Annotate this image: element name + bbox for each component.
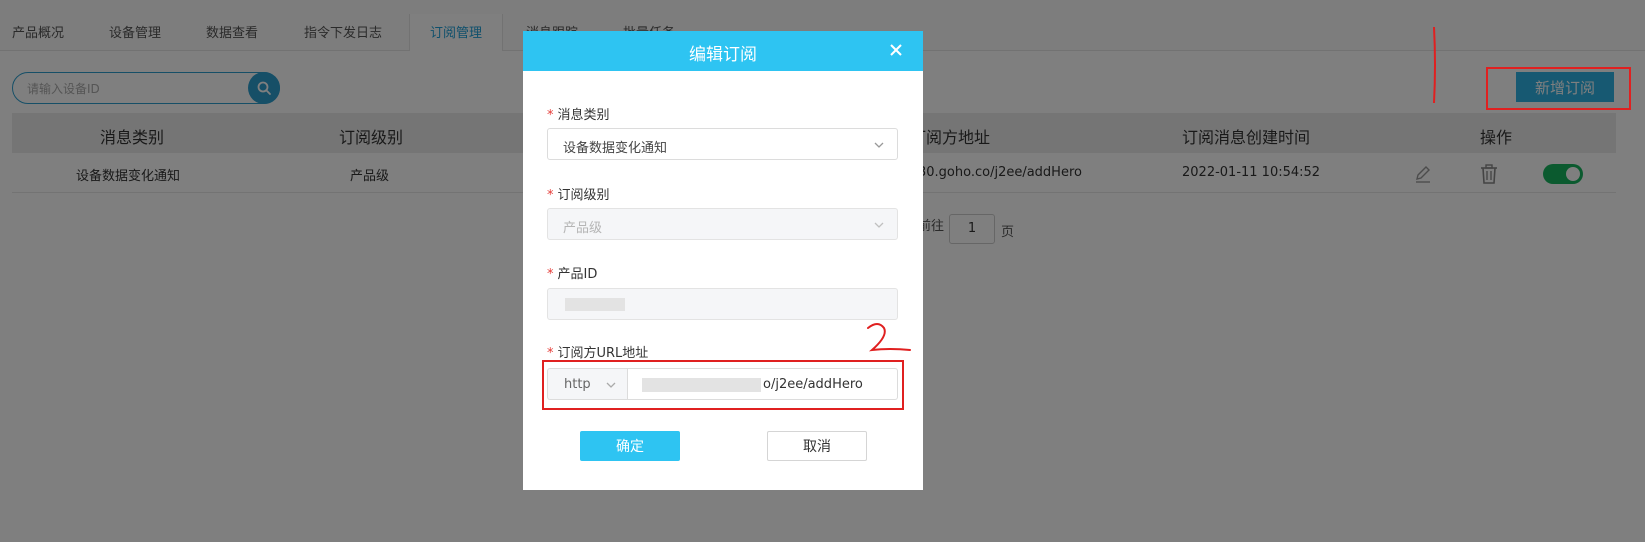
annotation-number-1: [1433, 26, 1436, 104]
subscription-level-select: 产品级: [547, 208, 898, 240]
annotation-box-url: [542, 360, 904, 410]
confirm-button[interactable]: 确定: [580, 431, 680, 461]
chevron-down-icon: [874, 222, 884, 228]
subscriber-url-label: * 订阅方URL地址: [547, 346, 649, 361]
close-icon: [890, 44, 902, 56]
message-type-select[interactable]: 设备数据变化通知: [547, 128, 898, 160]
message-type-value: 设备数据变化通知: [563, 141, 668, 156]
message-type-label: * 消息类别: [547, 108, 610, 123]
close-button[interactable]: [889, 43, 903, 61]
product-id-field: [547, 288, 898, 320]
subscription-level-value: 产品级: [563, 221, 603, 236]
dialog-title: 编辑订阅: [689, 45, 757, 65]
annotation-number-2: [867, 323, 911, 352]
redacted-product-id: [565, 298, 625, 311]
subscription-level-label: * 订阅级别: [547, 188, 610, 203]
product-id-label: * 产品ID: [547, 267, 598, 282]
cancel-button[interactable]: 取消: [767, 431, 867, 461]
edit-subscription-dialog: 编辑订阅 * 消息类别 设备数据变化通知 * 订阅级别 产品级 * 产品ID * 订阅方…: [523, 31, 923, 490]
dialog-header: 编辑订阅: [523, 31, 923, 71]
chevron-down-icon: [874, 142, 884, 148]
annotation-box-add-button: [1486, 67, 1631, 110]
